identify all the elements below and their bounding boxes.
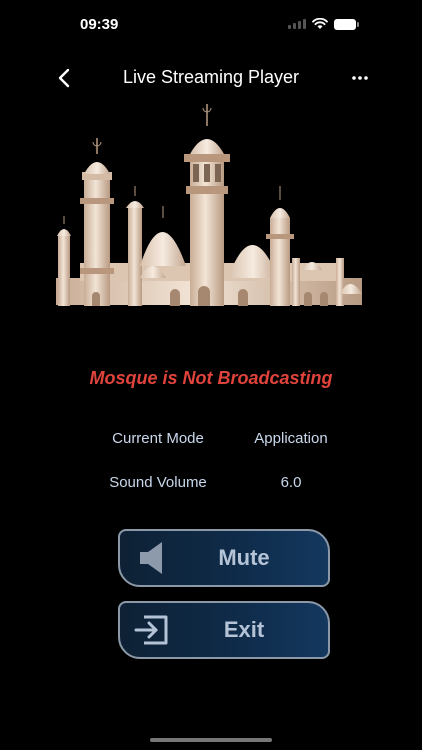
ellipsis-icon (352, 76, 368, 80)
mute-label: Mute (218, 545, 270, 570)
status-icons (288, 18, 359, 30)
current-mode-value: Application (254, 430, 328, 447)
mosque-illustration (56, 104, 362, 306)
sound-volume-value: 6.0 (280, 474, 302, 491)
more-button[interactable] (348, 66, 372, 90)
nav-bar: Live Streaming Player (0, 60, 422, 96)
sound-volume-label: Sound Volume (109, 474, 207, 491)
status-bar: 09:39 (0, 0, 422, 50)
home-indicator[interactable] (150, 738, 272, 742)
battery-icon (334, 18, 359, 30)
wifi-icon (312, 18, 328, 29)
exit-button[interactable]: Exit (118, 601, 330, 659)
mute-button[interactable]: Mute (118, 529, 330, 587)
signal-icon (288, 19, 306, 29)
current-mode-label: Current Mode (112, 430, 204, 447)
status-time: 09:39 (80, 16, 119, 33)
exit-label: Exit (223, 617, 265, 642)
broadcast-status: Mosque is Not Broadcasting (89, 368, 333, 388)
